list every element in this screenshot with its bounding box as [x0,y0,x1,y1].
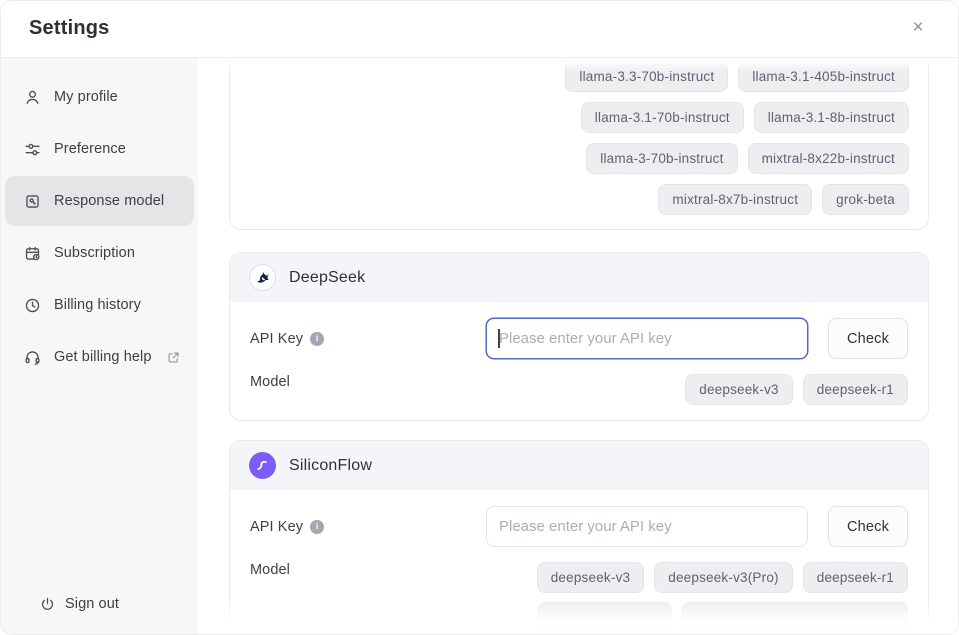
model-chip[interactable]: deepseek-v3 [685,374,793,405]
check-button[interactable]: Check [828,318,908,359]
api-key-row: API Key i Check [250,506,908,547]
sign-out-label: Sign out [65,596,119,612]
siliconflow-logo-icon [249,452,276,479]
sidebar-item-preference[interactable]: Preference [5,124,194,174]
provider-body: API Key i Check Model deepseek-v3 deepse… [230,490,928,634]
sidebar-item-response-model[interactable]: Response model [5,176,194,226]
model-chip-row: deepseek-v3 deepseek-r1 [685,374,908,405]
siliconflow-api-key-field [486,506,808,547]
provider-card-clipped-top: llama-3.3-70b-instruct llama-3.1-405b-in… [229,58,929,230]
user-icon [23,88,42,107]
model-chip[interactable]: mixtral-8x22b-instruct [748,143,909,174]
provider-card-siliconflow: SiliconFlow API Key i Check Model [229,440,929,634]
info-icon[interactable]: i [310,520,324,534]
calendar-clock-icon [23,244,42,263]
dialog-header: Settings × [1,1,958,58]
clock-icon [23,296,42,315]
dialog-title: Settings [29,17,110,40]
sliders-icon [23,140,42,159]
power-icon [39,596,56,613]
provider-header: DeepSeek [230,253,928,302]
deepseek-api-key-field [486,318,808,359]
model-chip-row: llama-3.3-70b-instruct llama-3.1-405b-in… [249,61,909,92]
check-button[interactable]: Check [828,506,908,547]
model-chip[interactable]: mixtral-8x7b-instruct [658,184,812,215]
model-chip-row: mixtral-8x7b-instruct grok-beta [249,184,909,215]
deepseek-logo-icon [249,264,276,291]
settings-content-scroll-area[interactable]: llama-3.3-70b-instruct llama-3.1-405b-in… [198,58,958,634]
provider-header: SiliconFlow [230,441,928,490]
model-chip-row: llama-3.1-70b-instruct llama-3.1-8b-inst… [249,102,909,133]
sidebar-item-get-billing-help[interactable]: Get billing help [5,332,194,382]
text-caret [498,329,500,348]
model-chip[interactable]: deepseek-v3(Pro) [654,562,793,593]
model-chip[interactable]: grok-beta [822,184,909,215]
provider-body: API Key i Check Model deepseek-v3 deeps [230,302,928,422]
sidebar-item-my-profile[interactable]: My profile [5,72,194,122]
model-label: Model [250,374,290,390]
sidebar-item-subscription[interactable]: Subscription [5,228,194,278]
api-key-label: API Key i [250,331,324,347]
api-key-input[interactable] [486,506,808,547]
model-chip-row: deepseek-v3 deepseek-v3(Pro) deepseek-r1 [537,562,908,593]
model-chip[interactable]: llama-3.3-70b-instruct [565,61,728,92]
sidebar-item-label: Get billing help [54,349,152,365]
sidebar-item-label: Subscription [54,245,135,261]
api-key-row: API Key i Check [250,318,908,359]
model-chip-row [538,602,908,633]
sidebar-item-label: My profile [54,89,118,105]
sidebar-item-label: Response model [54,193,164,209]
model-chip[interactable]: deepseek-r1 [803,562,908,593]
api-key-label: API Key i [250,519,324,535]
sidebar-item-label: Billing history [54,297,141,313]
provider-card-deepseek: DeepSeek API Key i Check Model [229,252,929,421]
sidebar: My profile Preference Response model Sub… [1,58,198,634]
model-row: Model deepseek-v3 deepseek-r1 [250,374,908,405]
model-chip[interactable]: deepseek-r1 [803,374,908,405]
sign-out-button[interactable]: Sign out [1,584,198,624]
headphones-icon [23,348,42,367]
sidebar-item-label: Preference [54,141,126,157]
model-chip[interactable]: llama-3.1-405b-instruct [738,61,909,92]
provider-name: SiliconFlow [289,457,372,475]
sidebar-item-billing-history[interactable]: Billing history [5,280,194,330]
info-icon[interactable]: i [310,332,324,346]
api-key-input[interactable] [486,318,808,359]
model-chip[interactable]: llama-3.1-70b-instruct [581,102,744,133]
model-row: Model deepseek-v3 deepseek-v3(Pro) deeps… [250,562,908,633]
model-chip-partial[interactable] [538,602,672,633]
external-link-icon [166,350,181,365]
model-chip[interactable]: llama-3.1-8b-instruct [754,102,909,133]
model-chip[interactable]: llama-3-70b-instruct [586,143,737,174]
provider-name: DeepSeek [289,269,365,287]
model-chip-row: llama-3-70b-instruct mixtral-8x22b-instr… [249,143,909,174]
model-icon [23,192,42,211]
close-icon[interactable]: × [904,14,932,42]
settings-dialog: Settings × My profile Preference Respons… [0,0,959,635]
model-label: Model [250,562,290,578]
model-chip[interactable]: deepseek-v3 [537,562,645,593]
model-chip-partial[interactable] [682,602,908,633]
